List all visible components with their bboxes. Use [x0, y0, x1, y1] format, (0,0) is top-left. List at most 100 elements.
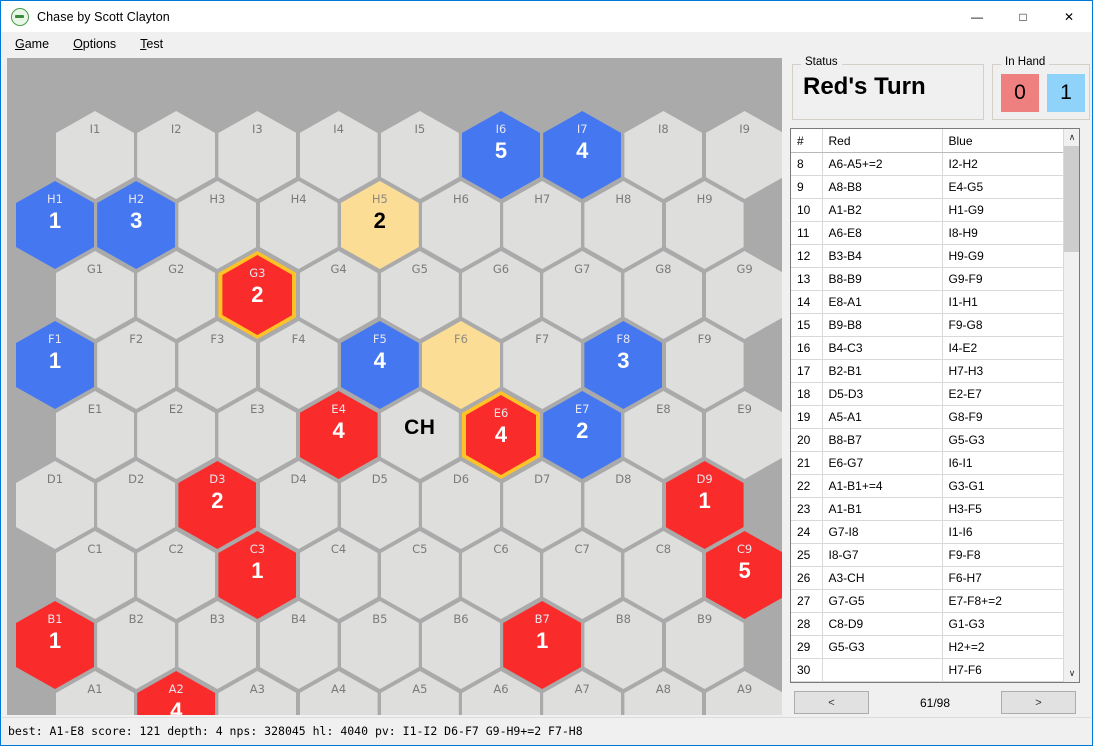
hex-cell-d1[interactable]: D1 — [16, 461, 94, 549]
hex-cell-g5[interactable]: G5 — [380, 251, 459, 339]
hex-cell-i2[interactable]: I2 — [137, 111, 216, 199]
in-hand-blue-count[interactable]: 1 — [1047, 74, 1085, 112]
hex-cell-f4[interactable]: F4 — [259, 321, 338, 409]
hex-cell-d3[interactable]: D3 2 — [178, 461, 257, 549]
hex-cell-d4[interactable]: D4 — [259, 461, 338, 549]
table-row[interactable]: 18 D5-D3 E2-E7 — [791, 382, 1065, 406]
hex-cell-d7[interactable]: D7 — [503, 461, 582, 549]
hex-cell-f8[interactable]: F8 3 — [584, 321, 663, 409]
hex-cell-g7[interactable]: G7 — [543, 251, 622, 339]
hex-cell-d2[interactable]: D2 — [97, 461, 176, 549]
hex-cell-h9[interactable]: H9 — [665, 181, 744, 269]
hex-cell-c2[interactable]: C2 — [137, 531, 216, 619]
menu-item-options[interactable]: Options — [63, 34, 126, 54]
hex-cell-d9[interactable]: D9 1 — [665, 461, 744, 549]
move-col-header-1[interactable]: Red — [822, 129, 943, 153]
hex-cell-g2[interactable]: G2 — [137, 251, 216, 339]
hex-cell-f3[interactable]: F3 — [178, 321, 257, 409]
hex-cell-e9[interactable]: E9 — [705, 391, 782, 479]
hex-cell-d8[interactable]: D8 — [584, 461, 663, 549]
hex-cell-e3[interactable]: E3 — [218, 391, 297, 479]
table-row[interactable]: 27 G7-G5 E7-F8+=2 — [791, 589, 1065, 613]
table-row[interactable]: 13 B8-B9 G9-F9 — [791, 267, 1065, 291]
hex-cell-c7[interactable]: C7 — [543, 531, 622, 619]
hex-cell-f6[interactable]: F6 — [422, 321, 500, 409]
table-row[interactable]: 26 A3-CH F6-H7 — [791, 566, 1065, 590]
hex-cell-g9[interactable]: G9 — [705, 251, 782, 339]
hex-cell-i3[interactable]: I3 — [218, 111, 297, 199]
hex-cell-b8[interactable]: B8 — [584, 601, 663, 689]
table-row[interactable]: 24 G7-I8 I1-I6 — [791, 520, 1065, 544]
hex-cell-i9[interactable]: I9 — [705, 111, 782, 199]
hex-cell-c3[interactable]: C3 1 — [218, 531, 297, 619]
hex-cell-i5[interactable]: I5 — [380, 111, 459, 199]
hex-cell-b2[interactable]: B2 — [97, 601, 176, 689]
hex-cell-e7[interactable]: E7 2 — [543, 391, 622, 479]
prev-move-button[interactable]: < — [794, 691, 869, 714]
table-row[interactable]: 29 G5-G3 H2+=2 — [791, 635, 1065, 659]
hex-cell-h3[interactable]: H3 — [178, 181, 257, 269]
table-row[interactable]: 25 I8-G7 F9-F8 — [791, 543, 1065, 567]
table-row[interactable]: 10 A1-B2 H1-G9 — [791, 198, 1065, 222]
table-row[interactable]: 21 E6-G7 I6-I1 — [791, 451, 1065, 475]
next-move-button[interactable]: > — [1001, 691, 1076, 714]
hex-cell-b5[interactable]: B5 — [340, 601, 419, 689]
hex-cell-f2[interactable]: F2 — [97, 321, 176, 409]
hex-cell-g1[interactable]: G1 — [56, 251, 134, 339]
hex-cell-b6[interactable]: B6 — [422, 601, 500, 689]
hex-cell-c6[interactable]: C6 — [462, 531, 540, 619]
game-board[interactable]: I1 I2 I3 I4 I5 I6 5 I7 4 I8 I9 H1 1 H2 3 H3 H4 H5 2 H6 H7 H8 H… — [7, 58, 782, 715]
hex-cell-h4[interactable]: H4 — [259, 181, 338, 269]
hex-cell-g8[interactable]: G8 — [624, 251, 703, 339]
scrollbar-thumb[interactable] — [1064, 146, 1079, 252]
hex-cell-c5[interactable]: C5 — [380, 531, 459, 619]
hex-cell-b1[interactable]: B1 1 — [16, 601, 94, 689]
table-row[interactable]: 22 A1-B1+=4 G3-G1 — [791, 474, 1065, 498]
table-row[interactable]: 30 H7-F6 — [791, 658, 1065, 682]
hex-cell-c9[interactable]: C9 5 — [705, 531, 782, 619]
table-row[interactable]: 8 A6-A5+=2 I2-H2 — [791, 152, 1065, 176]
hex-cell-e8[interactable]: E8 — [624, 391, 703, 479]
table-row[interactable]: 23 A1-B1 H3-F5 — [791, 497, 1065, 521]
hex-cell-f7[interactable]: F7 — [503, 321, 582, 409]
in-hand-red-count[interactable]: 0 — [1001, 74, 1039, 112]
hex-cell-f1[interactable]: F1 1 — [16, 321, 94, 409]
hex-cell-f9[interactable]: F9 — [665, 321, 744, 409]
close-button[interactable]: ✕ — [1046, 1, 1092, 32]
hex-cell-e4[interactable]: E4 4 — [299, 391, 378, 479]
hex-cell-c8[interactable]: C8 — [624, 531, 703, 619]
hex-cell-e6[interactable]: E6 4 — [462, 391, 540, 479]
hex-cell-e5[interactable]: CH — [380, 391, 459, 479]
hex-cell-h5[interactable]: H5 2 — [340, 181, 419, 269]
move-list-scrollbar[interactable]: ∧ ∨ — [1063, 129, 1079, 682]
menu-item-game[interactable]: Game — [5, 34, 59, 54]
table-row[interactable]: 16 B4-C3 I4-E2 — [791, 336, 1065, 360]
table-row[interactable]: 15 B9-B8 F9-G8 — [791, 313, 1065, 337]
hex-cell-f5[interactable]: F5 4 — [340, 321, 419, 409]
hex-cell-g6[interactable]: G6 — [462, 251, 540, 339]
hex-cell-e1[interactable]: E1 — [56, 391, 134, 479]
table-row[interactable]: 9 A8-B8 E4-G5 — [791, 175, 1065, 199]
hex-cell-e2[interactable]: E2 — [137, 391, 216, 479]
hex-cell-b4[interactable]: B4 — [259, 601, 338, 689]
hex-cell-h7[interactable]: H7 — [503, 181, 582, 269]
hex-cell-b3[interactable]: B3 — [178, 601, 257, 689]
table-row[interactable]: 12 B3-B4 H9-G9 — [791, 244, 1065, 268]
hex-cell-i4[interactable]: I4 — [299, 111, 378, 199]
table-row[interactable]: 31A4-E6F6-H5 — [791, 681, 1065, 682]
hex-cell-i7[interactable]: I7 4 — [543, 111, 622, 199]
hex-cell-d5[interactable]: D5 — [340, 461, 419, 549]
hex-cell-b7[interactable]: B7 1 — [503, 601, 582, 689]
table-row[interactable]: 19 A5-A1 G8-F9 — [791, 405, 1065, 429]
menu-item-test[interactable]: Test — [130, 34, 173, 54]
hex-cell-d6[interactable]: D6 — [422, 461, 500, 549]
table-row[interactable]: 17 B2-B1 H7-H3 — [791, 359, 1065, 383]
hex-cell-c1[interactable]: C1 — [56, 531, 134, 619]
hex-cell-h8[interactable]: H8 — [584, 181, 663, 269]
hex-cell-c4[interactable]: C4 — [299, 531, 378, 619]
table-row[interactable]: 20 B8-B7 G5-G3 — [791, 428, 1065, 452]
hex-cell-g3[interactable]: G3 2 — [218, 251, 297, 339]
hex-cell-b9[interactable]: B9 — [665, 601, 744, 689]
hex-cell-i6[interactable]: I6 5 — [462, 111, 540, 199]
table-row[interactable]: 11 A6-E8 I8-H9 — [791, 221, 1065, 245]
